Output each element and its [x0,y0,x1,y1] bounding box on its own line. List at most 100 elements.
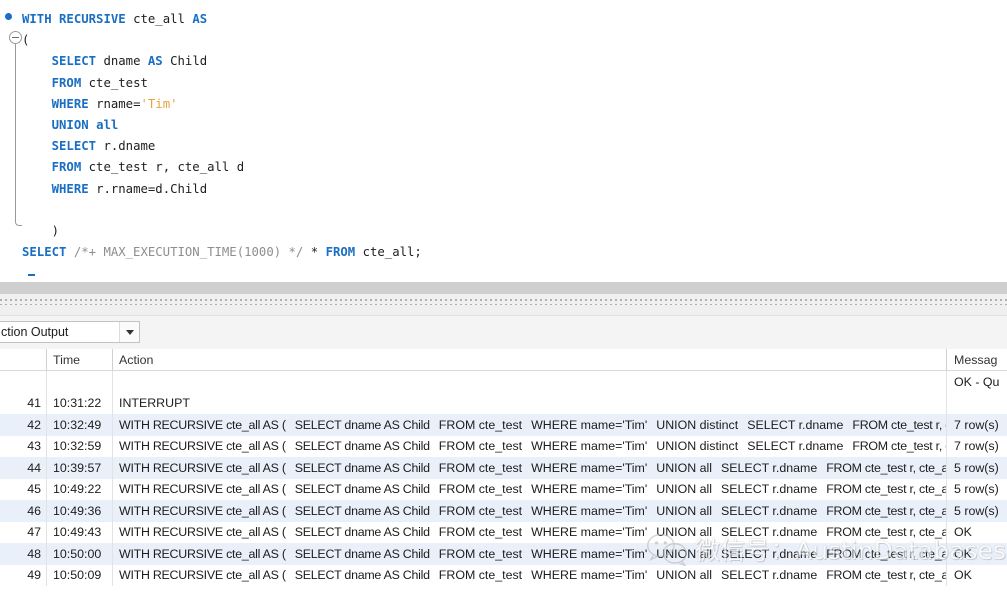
code-line: ) [22,221,1007,242]
fold-collapse-icon[interactable] [9,31,22,44]
cell-message: OK [954,568,972,583]
action-segment: WHERE mame='Tim' [531,546,648,561]
table-row[interactable]: 47 10:49:43 WITH RECURSIVE cte_all AS (SEL… [0,521,1007,543]
code-token-id: cte_all [133,12,185,26]
code-line: SELECT r.dname [22,136,1007,157]
action-output-table[interactable]: Time Action Messag OK - Qu 41 10:31:22 INT… [0,349,1007,592]
sql-code-text[interactable]: WITH RECURSIVE cte_all AS ( SELECT dname … [22,0,1007,263]
code-token-kw: SELECT [51,139,97,154]
code-line: WHERE r.rname=d.Child [22,179,1007,200]
cell-message: 7 row(s) [954,417,999,432]
bullet-marker-icon[interactable] [5,13,12,20]
table-row[interactable]: 48 10:50:00 WITH RECURSIVE cte_all AS (SEL… [0,543,1007,565]
splitter-grip-dots[interactable] [0,299,1007,305]
cell-message: OK - Qu [954,374,1000,389]
action-segment: SELECT dname AS Child [294,525,430,540]
action-segment: WHERE mame='Tim' [531,525,648,540]
chevron-down-icon[interactable] [119,322,139,342]
editor-gutter[interactable] [0,0,22,282]
code-line: FROM cte_test r, cte_all d [22,157,1007,178]
action-segment: UNION distinct [656,417,739,432]
code-token-id: cte_test r, cte_all d [88,160,245,175]
action-segment: WITH RECURSIVE cte_all AS ( [119,417,286,432]
code-token-kw: SELECT [51,54,97,69]
code-line: WHERE rname='Tim' [22,94,1007,115]
code-token-pn: ) [51,223,60,238]
table-row[interactable]: 46 10:49:36 WITH RECURSIVE cte_all AS (SEL… [0,500,1007,522]
cell-action: WITH RECURSIVE cte_all AS (SELECT dname … [113,414,947,436]
code-token-kw: all [96,117,119,132]
code-token-kw: FROM [51,160,82,175]
action-segment: WITH RECURSIVE cte_all AS ( [119,546,286,561]
action-segment: UNION all [656,482,713,497]
action-segment: FROM cte_test [438,417,523,432]
cell-row-number: 43 [0,435,47,457]
action-segment: WHERE mame='Tim' [531,482,648,497]
fold-region-line [15,44,16,222]
action-segment: UNION all [656,460,713,475]
action-segment: FROM cte_test [438,525,523,540]
code-token-kw: WHERE [51,181,89,196]
code-token-cmt: /*+ MAX_EXECUTION_TIME(1000) */ [73,245,304,260]
table-row[interactable]: 42 10:32:49 WITH RECURSIVE cte_all AS (SEL… [0,414,1007,436]
action-segment: SELECT dname AS Child [294,503,430,518]
code-line: SELECT dname AS Child [22,51,1007,72]
table-row[interactable]: 49 10:50:09 WITH RECURSIVE cte_all AS (SEL… [0,564,1007,586]
action-segment: FROM cte_test [438,568,523,583]
cell-action: WITH RECURSIVE cte_all AS (SELECT dname … [113,435,947,457]
action-segment: FROM cte_test [438,439,523,454]
action-segment: SELECT r.dname [721,525,818,540]
code-line: ( [22,30,1007,51]
cell-time: 10:31:22 [47,392,113,414]
cell-time: 10:50:09 [47,564,113,586]
code-line: FROM cte_test [22,73,1007,94]
output-type-select[interactable]: ction Output [0,321,140,343]
panel-splitter[interactable] [0,294,1007,316]
action-segment: WITH RECURSIVE cte_all AS ( [119,482,286,497]
cell-message [947,393,1007,415]
action-segment: WITH RECURSIVE cte_all AS ( [119,503,286,518]
sql-editor[interactable]: WITH RECURSIVE cte_all AS ( SELECT dname … [0,0,1007,282]
cell-row-number: 48 [0,543,47,565]
table-row[interactable]: 45 10:49:22 WITH RECURSIVE cte_all AS (SEL… [0,478,1007,500]
action-segment: FROM cte_test r, cte_all d [826,482,947,497]
table-header-row: Time Action Messag [0,349,1007,371]
code-token-kw: RECURSIVE [59,12,126,26]
action-segment: SELECT dname AS Child [294,546,430,561]
table-row-partial[interactable]: OK - Qu [0,371,1007,393]
action-segment: INTERRUPT [119,396,190,411]
cell-action: WITH RECURSIVE cte_all AS ( SELECT dname … [113,500,947,522]
action-segment: FROM cte_test r, cte_all d [826,525,947,540]
cell-time: 10:49:43 [47,521,113,543]
action-segment: UNION all [656,503,713,518]
code-line: WITH RECURSIVE cte_all AS [22,9,1007,30]
action-segment: UNION all [656,568,713,583]
code-token-kw: WITH [22,12,52,26]
table-row[interactable]: 41 10:31:22 INTERRUPT [0,392,1007,415]
mysql-workbench-window: WITH RECURSIVE cte_all AS ( SELECT dname … [0,0,1007,592]
cell-row-number: 42 [0,414,47,436]
table-row[interactable]: 43 10:32:59 WITH RECURSIVE cte_all AS (SEL… [0,435,1007,457]
table-row[interactable]: 44 10:39:57 WITH RECURSIVE cte_all AS (SEL… [0,457,1007,479]
action-segment: SELECT r.dname [721,460,818,475]
cell-message: OK [954,546,972,561]
cell-message: 5 row(s) [954,503,999,518]
cell-time: 10:32:49 [47,414,113,436]
action-segment: FROM cte_test r, cte_all d [826,546,947,561]
action-segment: SELECT r.dname [721,503,818,518]
action-segment: UNION all [656,546,713,561]
action-segment: FROM cte_test r, cte_all d [826,568,947,583]
text-caret [28,274,35,276]
cell-row-number: 49 [0,564,47,586]
code-token-pn: ( [22,33,30,48]
action-segment: FROM cte_test [438,460,523,475]
code-token-kw: FROM [51,75,82,90]
action-segment: SELECT r.dname [747,439,844,454]
action-segment: SELECT r.dname [721,568,818,583]
action-segment: SELECT dname AS Child [294,439,430,454]
action-segment: SELECT dname AS Child [294,460,430,475]
code-token-id: Child [170,54,208,69]
code-token-kw: UNION [51,117,89,132]
cell-row-number: 47 [0,521,47,543]
